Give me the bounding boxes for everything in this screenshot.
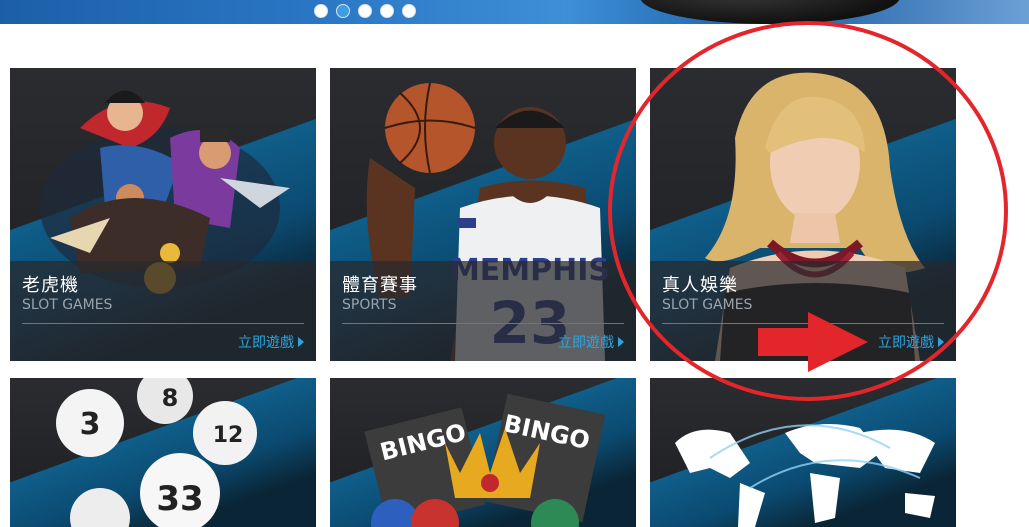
lottery-ball-number: 8 [162, 384, 179, 412]
card-title: 真人娛樂 [662, 275, 738, 296]
hero-banner [0, 0, 1029, 24]
carousel-dot-3[interactable] [358, 4, 372, 18]
play-arrow-icon [938, 337, 944, 347]
world-map-illustration [675, 424, 935, 527]
play-now-link[interactable]: 立即遊戲 [558, 332, 624, 352]
carousel-dot-2[interactable] [336, 4, 350, 18]
lottery-ball-number: 3 [80, 407, 101, 442]
card-title: 老虎機 [22, 275, 79, 296]
play-now-label: 立即遊戲 [558, 335, 614, 351]
play-arrow-icon [618, 337, 624, 347]
card-divider [662, 323, 944, 324]
lottery-ball-number: 12 [213, 423, 244, 448]
card-divider [22, 323, 304, 324]
game-card-live-casino[interactable]: 真人娛樂 SLOT GAMES 立即遊戲 [650, 68, 956, 361]
lottery-ball-number: 33 [156, 479, 203, 519]
game-card-bingo[interactable]: BINGO BINGO [330, 378, 636, 527]
carousel-dot-4[interactable] [380, 4, 394, 18]
game-card-slots[interactable]: 老虎機 SLOT GAMES 立即遊戲 [10, 68, 316, 361]
bingo-illustration: BINGO BINGO [364, 393, 606, 527]
banner-image [640, 0, 900, 24]
game-card-world[interactable] [650, 378, 956, 527]
lottery-balls-illustration: 3 8 12 33 [56, 378, 257, 527]
card-title: 體育賽事 [342, 275, 418, 296]
game-card-lottery[interactable]: 3 8 12 33 [10, 378, 316, 527]
play-now-link[interactable]: 立即遊戲 [238, 332, 304, 352]
play-now-label: 立即遊戲 [238, 335, 294, 351]
card-subtitle: SLOT GAMES [22, 297, 113, 313]
play-now-link[interactable]: 立即遊戲 [878, 332, 944, 352]
play-now-label: 立即遊戲 [878, 335, 934, 351]
game-card-sports[interactable]: MEMPHIS 23 體育賽事 SPORTS 立即遊戲 [330, 68, 636, 361]
card-subtitle: SPORTS [342, 297, 397, 313]
carousel-dot-1[interactable] [314, 4, 328, 18]
card-divider [342, 323, 624, 324]
carousel-dots [314, 4, 416, 18]
play-arrow-icon [298, 337, 304, 347]
carousel-dot-5[interactable] [402, 4, 416, 18]
card-subtitle: SLOT GAMES [662, 297, 753, 313]
